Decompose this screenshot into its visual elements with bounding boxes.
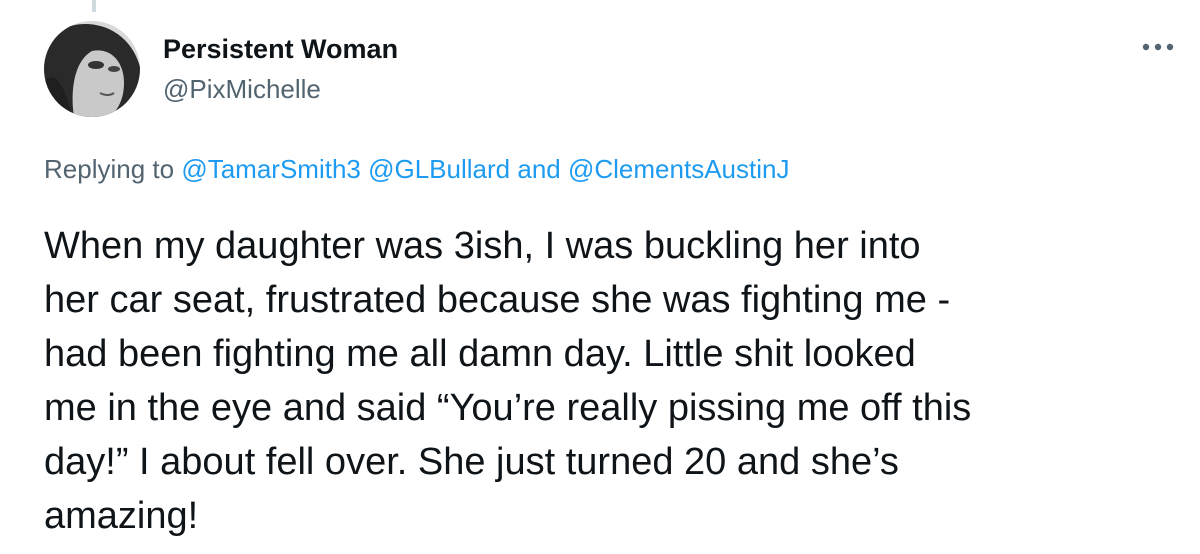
thread-connector-line [92, 0, 96, 12]
mention-link[interactable]: @GLBullard [368, 154, 510, 184]
author-handle[interactable]: @PixMichelle [163, 72, 321, 106]
tweet-text-line: When my daughter was 3ish, I was bucklin… [44, 225, 921, 267]
more-options-button[interactable] [1133, 30, 1183, 64]
mention-link[interactable]: @ClementsAustinJ [568, 154, 789, 184]
mention-link[interactable]: @TamarSmith3 [181, 154, 361, 184]
tweet-text-line: had been fighting me all damn day. Littl… [44, 333, 916, 375]
tweet-text-line: her car seat, frustrated because she was… [44, 279, 951, 321]
reply-context: Replying to @TamarSmith3 @GLBullard and … [44, 151, 789, 187]
tweet-text-line: me in the eye and said “You’re really pi… [44, 387, 972, 429]
author-display-name[interactable]: Persistent Woman [163, 32, 398, 66]
tweet-text: When my daughter was 3ish, I was bucklin… [44, 219, 1184, 543]
tweet-text-line: amazing! [44, 495, 199, 537]
and-others-link[interactable]: and [517, 154, 560, 184]
tweet-text-line: day!” I about fell over. She just turned… [44, 441, 899, 483]
replying-to-label: Replying to [44, 154, 175, 184]
ellipsis-icon [1142, 43, 1174, 51]
avatar-photo [44, 21, 140, 117]
avatar[interactable] [44, 21, 140, 117]
